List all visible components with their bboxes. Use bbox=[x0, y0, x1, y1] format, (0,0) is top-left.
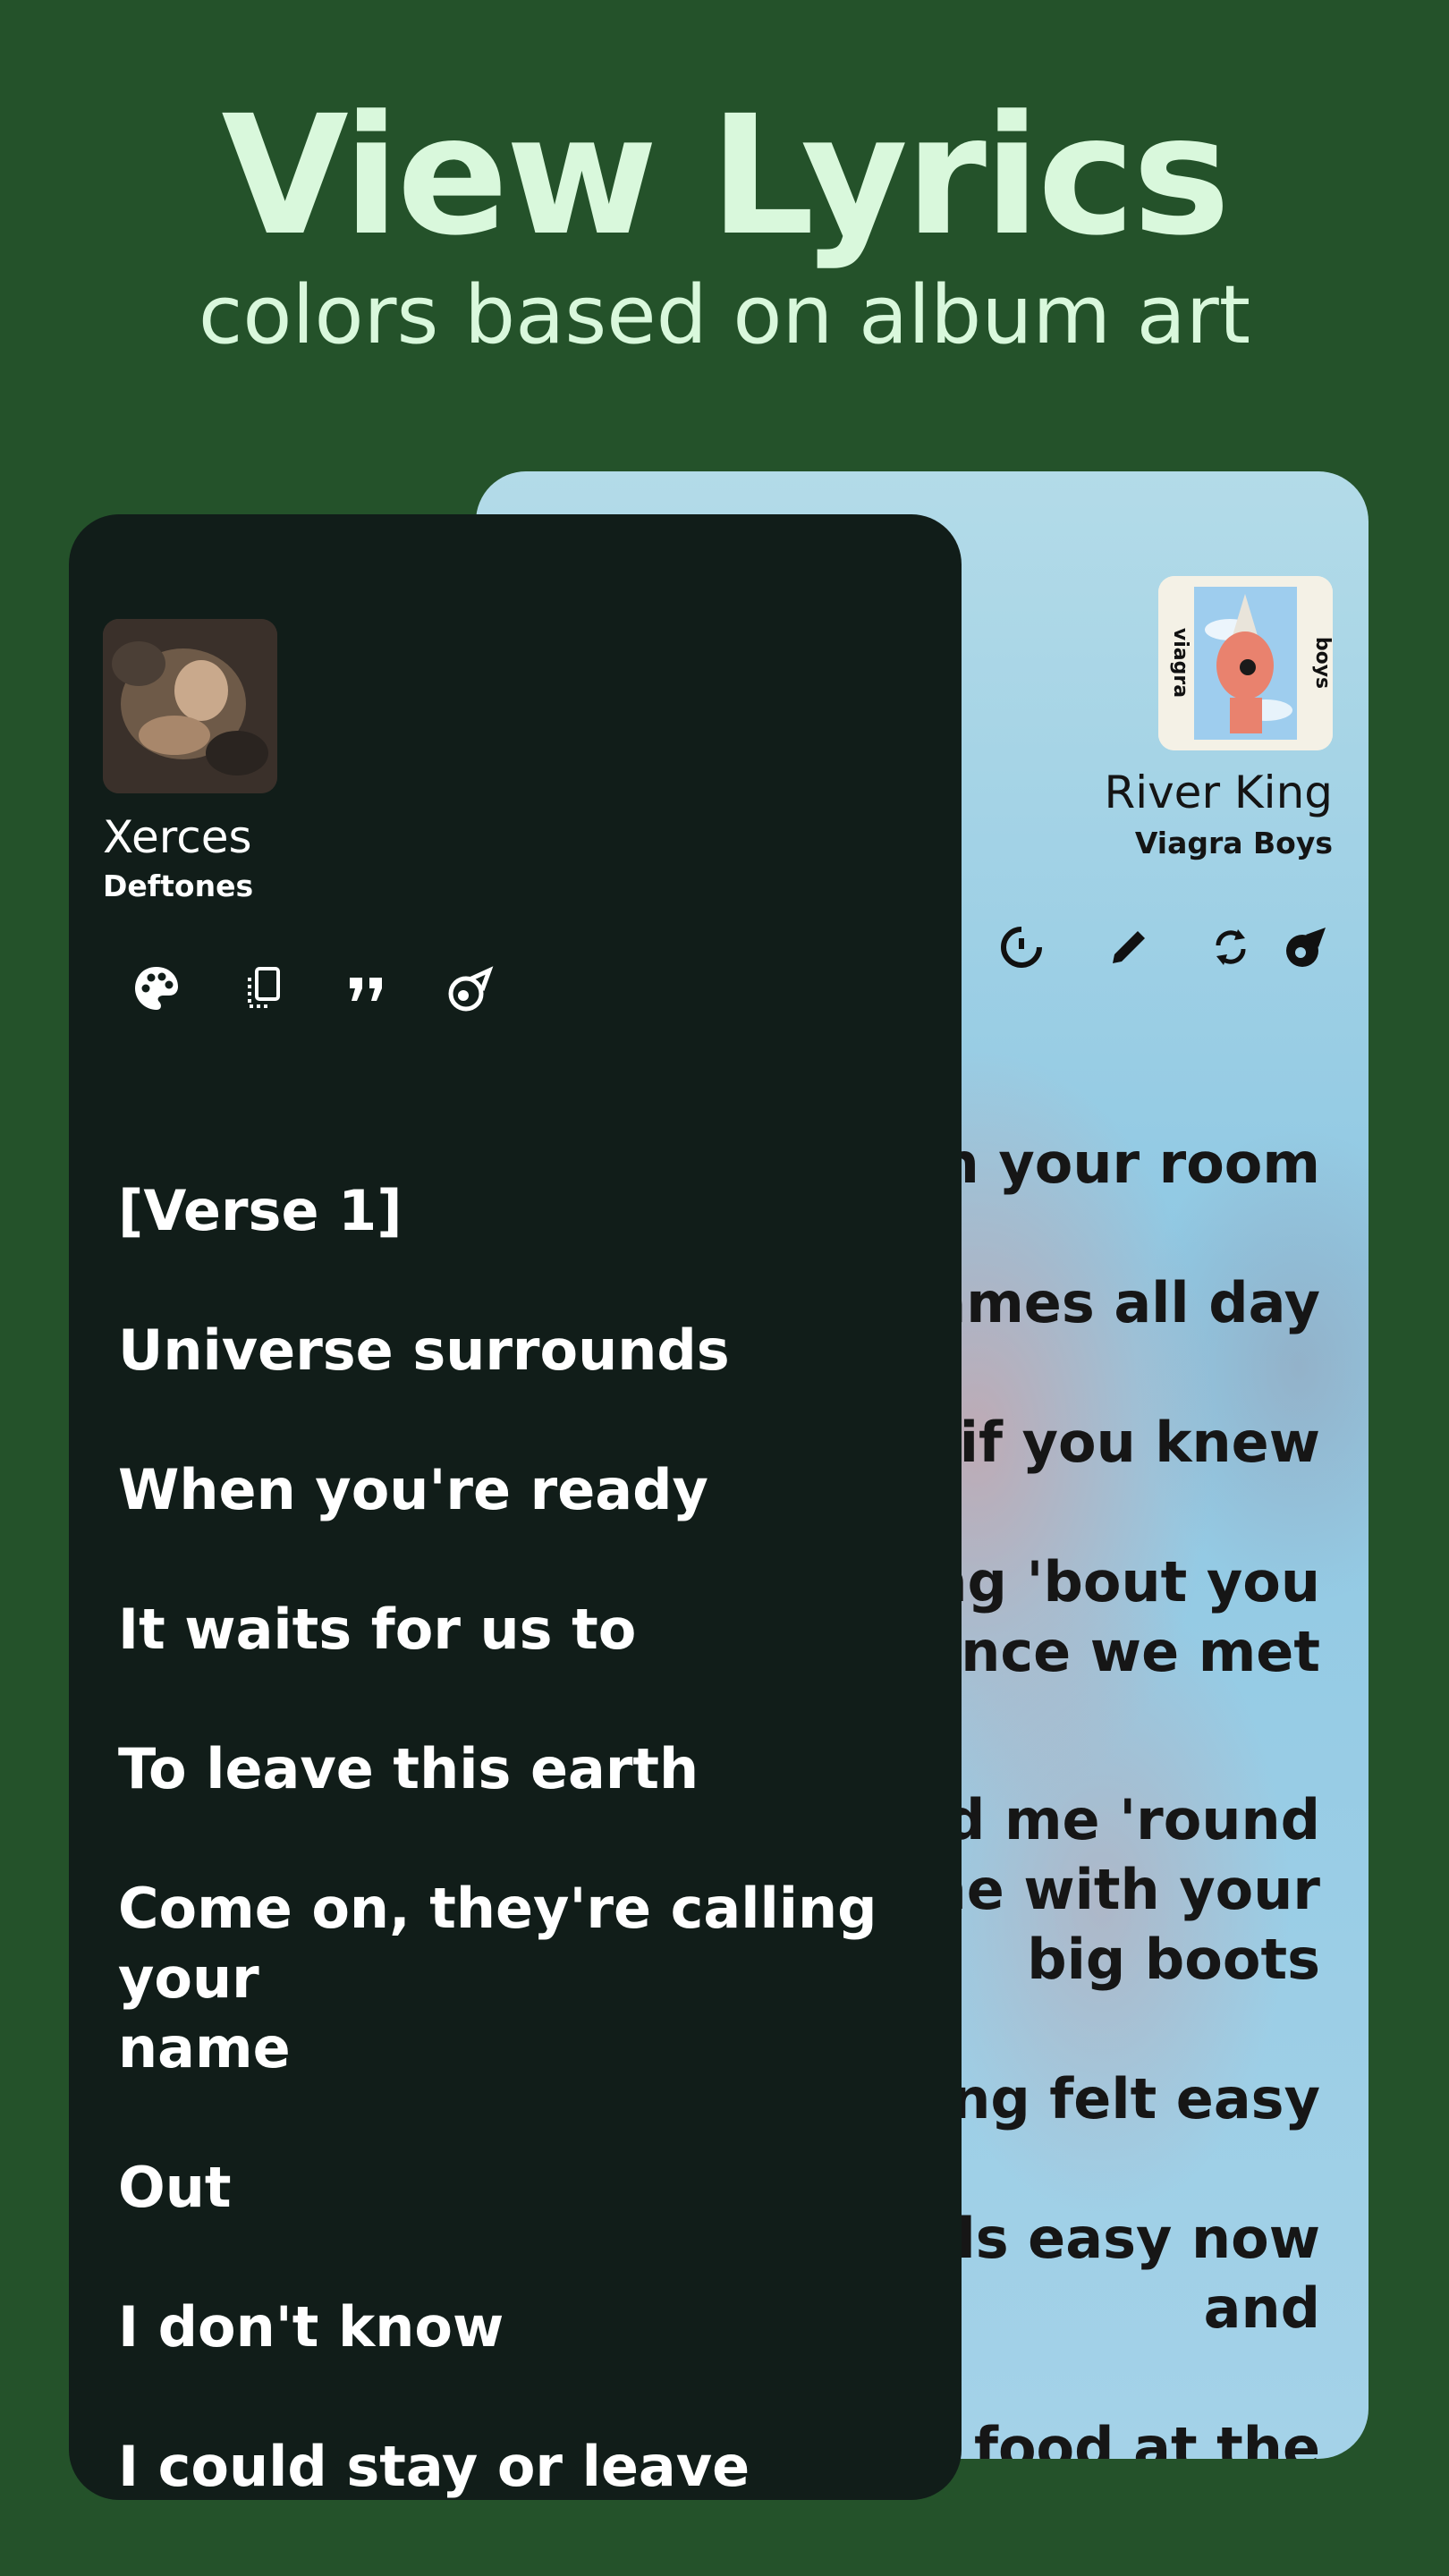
svg-text:boys: boys bbox=[1311, 637, 1333, 689]
palette-icon[interactable] bbox=[130, 962, 183, 1015]
timer-icon[interactable] bbox=[995, 920, 1048, 974]
song-title: River King bbox=[1104, 767, 1333, 818]
lyric-line[interactable]: Come on, they're calling your bbox=[118, 1874, 941, 2013]
meteor-icon[interactable] bbox=[443, 962, 496, 1015]
page-subtitle: colors based on album art bbox=[198, 268, 1251, 362]
lyric-line[interactable]: Universe surrounds bbox=[118, 1316, 941, 1385]
front-lyrics-card: Xerces Deftones [Verse 1] Universe surro… bbox=[69, 514, 962, 2500]
lyric-line[interactable]: It waits for us to bbox=[118, 1595, 941, 1665]
edit-icon[interactable] bbox=[1102, 920, 1156, 974]
album-art-river-king[interactable]: viagra boys bbox=[1158, 576, 1333, 750]
lyric-line[interactable]: I could stay or leave bbox=[118, 2432, 941, 2500]
front-lyrics-list: [Verse 1] Universe surrounds When you're… bbox=[118, 1176, 941, 2500]
artist-name: Viagra Boys bbox=[1134, 826, 1333, 860]
lyric-line[interactable]: I don't know bbox=[118, 2292, 941, 2362]
meteor-icon[interactable] bbox=[1279, 920, 1333, 974]
lyric-line[interactable]: [Verse 1] bbox=[118, 1176, 941, 1246]
lyric-line[interactable]: To leave this earth bbox=[118, 1734, 941, 1804]
screenshot-page: View Lyrics colors based on album art vi… bbox=[0, 0, 1449, 2576]
album-art-xerces[interactable] bbox=[103, 619, 277, 793]
lyric-line[interactable]: Out bbox=[118, 2153, 941, 2223]
svg-text:viagra: viagra bbox=[1169, 628, 1191, 698]
song-title: Xerces bbox=[103, 811, 252, 863]
artist-name: Deftones bbox=[103, 869, 254, 903]
page-title: View Lyrics bbox=[221, 80, 1230, 272]
sync-icon[interactable] bbox=[1204, 920, 1258, 974]
lyric-line[interactable]: name bbox=[118, 2013, 941, 2083]
quote-icon[interactable] bbox=[339, 962, 393, 1015]
lyric-line[interactable]: When you're ready bbox=[118, 1455, 941, 1525]
copy-icon[interactable] bbox=[235, 962, 289, 1015]
